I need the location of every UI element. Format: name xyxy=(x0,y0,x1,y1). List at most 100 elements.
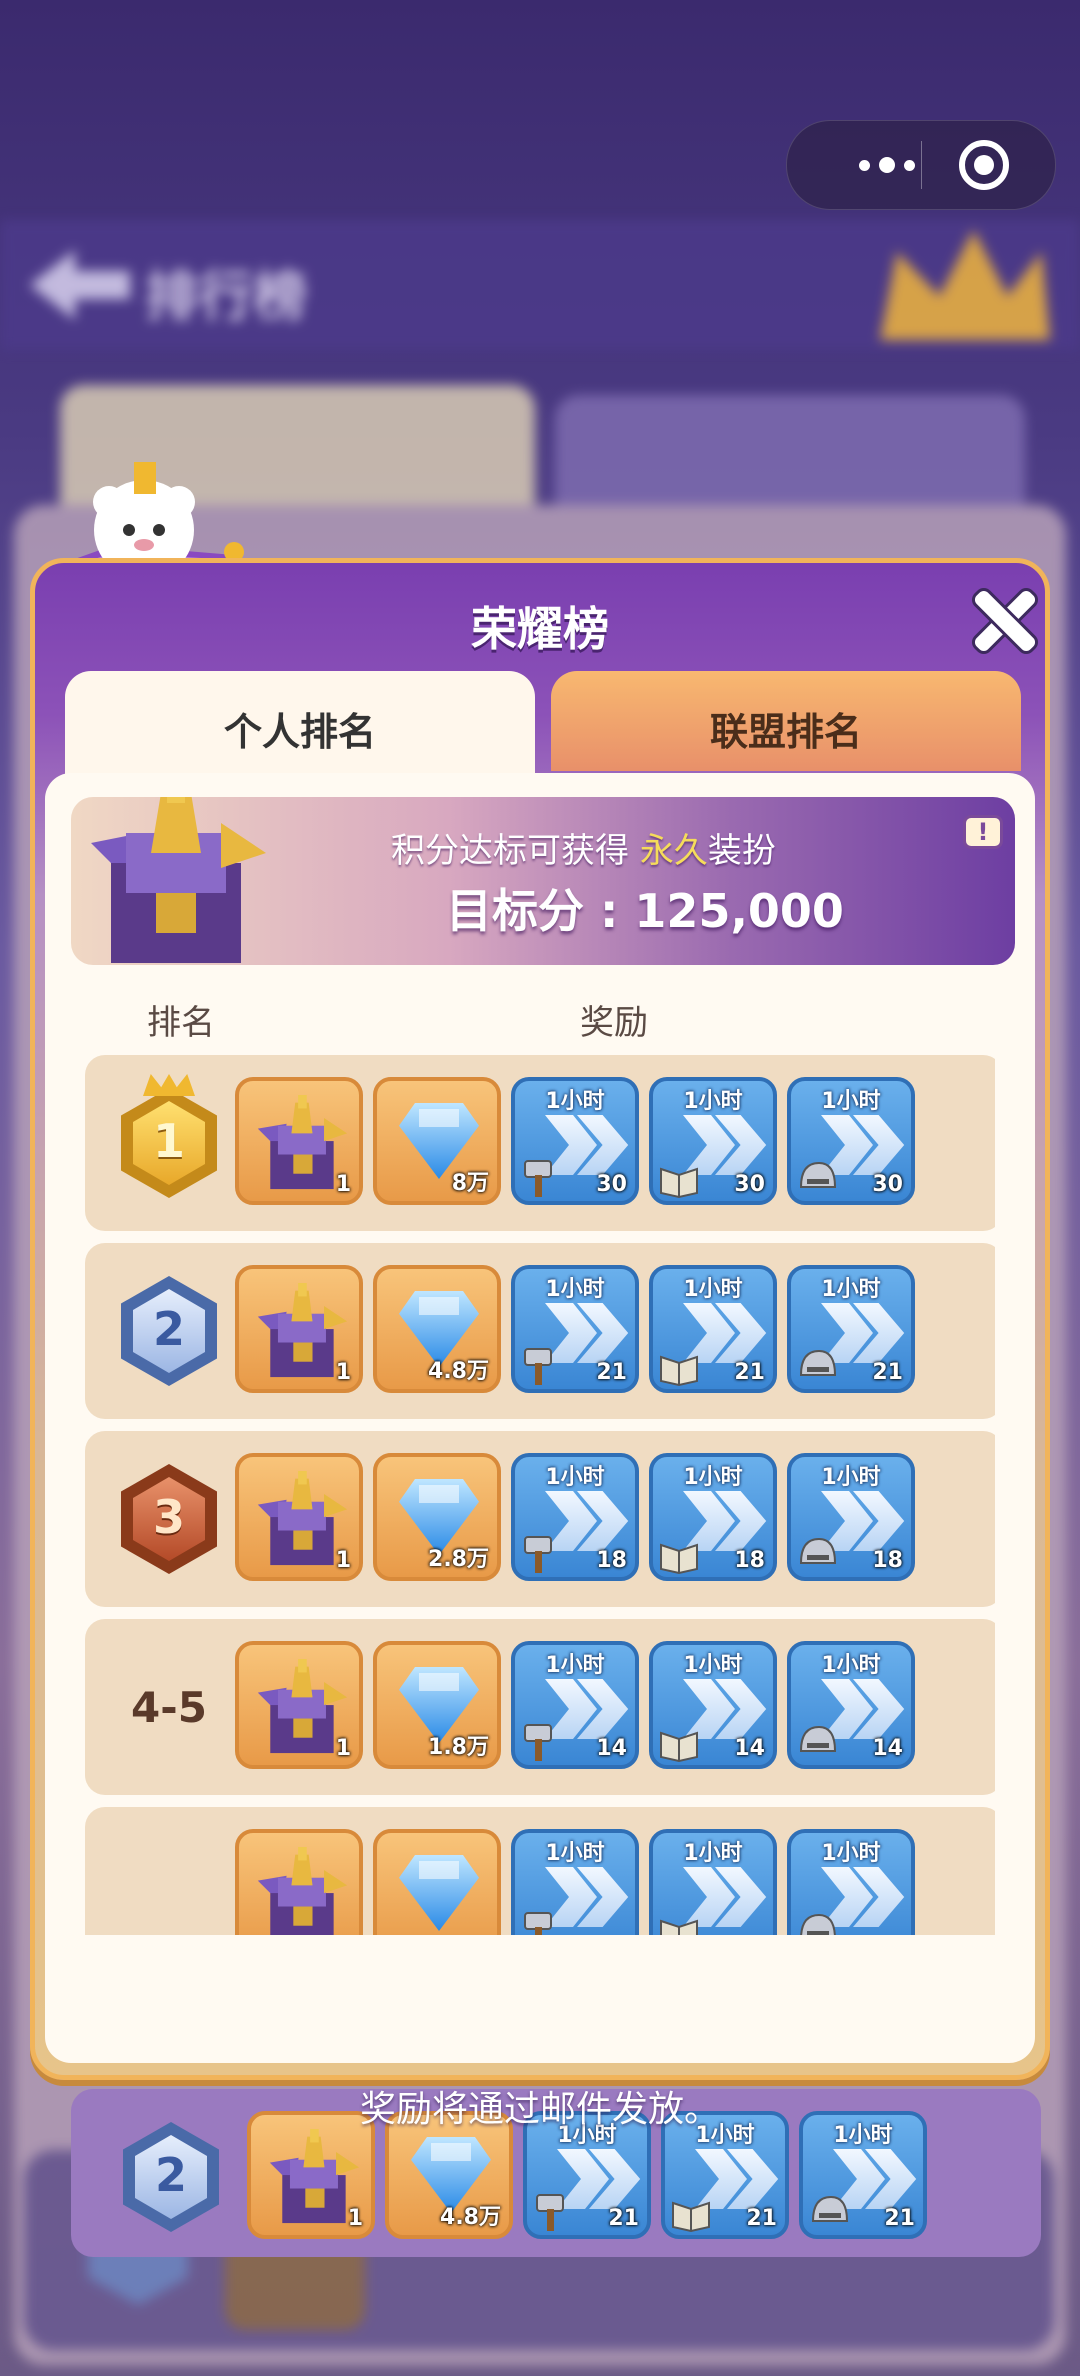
speedup-duration: 1小时 xyxy=(545,1653,605,1678)
hammer-icon xyxy=(524,1348,552,1385)
item-quantity: 30 xyxy=(596,1172,627,1197)
honor-board-dialog: 荣耀榜 个人排名 联盟排名 积分达标可获得 永久装扮 目标分 : 125,000… xyxy=(30,558,1050,2257)
book-icon xyxy=(660,1919,698,1935)
mail-delivery-note: 奖励将通过邮件发放。 xyxy=(359,2089,720,2130)
reward-items: 1小时 1小时 1小时 xyxy=(235,1829,915,1935)
miniprogram-capsule xyxy=(786,120,1056,210)
rank-number: 3 xyxy=(152,1490,185,1544)
item-quantity: 18 xyxy=(872,1548,903,1573)
tab-alliance-rank[interactable]: 联盟排名 xyxy=(551,671,1021,771)
rank-number: 2 xyxy=(154,2148,187,2202)
reward-speedup-helmet[interactable]: 1小时 30 xyxy=(787,1077,915,1205)
rank-cell: 2 xyxy=(109,1271,229,1391)
reward-gems[interactable]: 4.8万 xyxy=(373,1265,501,1393)
item-quantity: 1 xyxy=(335,1360,351,1385)
reward-castle-skin[interactable]: 1 xyxy=(235,1077,363,1205)
item-quantity: 18 xyxy=(596,1548,627,1573)
reward-gems[interactable]: 2.8万 xyxy=(373,1453,501,1581)
rank-badge-icon: 2 xyxy=(123,2122,219,2232)
item-quantity: 30 xyxy=(872,1172,903,1197)
speedup-duration: 1小时 xyxy=(545,1465,605,1490)
item-quantity: 21 xyxy=(608,2206,639,2231)
helmet-icon xyxy=(799,1725,837,1752)
reward-speedup-helmet[interactable]: 1小时 18 xyxy=(787,1453,915,1581)
reward-speedup-book[interactable]: 1小时 30 xyxy=(649,1077,777,1205)
reward-speedup-hammer[interactable]: 1小时 xyxy=(511,1829,639,1935)
speedup-duration: 1小时 xyxy=(683,1277,743,1302)
hammer-icon xyxy=(524,1160,552,1197)
reward-speedup-hammer[interactable]: 1小时 21 xyxy=(511,1265,639,1393)
rank-cell: 4-5 xyxy=(109,1647,229,1767)
reward-speedup-helmet[interactable]: 1小时 21 xyxy=(787,1265,915,1393)
reward-speedup-book[interactable]: 1小时 xyxy=(649,1829,777,1935)
reward-row: 1小时 1小时 1小时 xyxy=(85,1807,995,1935)
reward-gems[interactable]: 1.8万 xyxy=(373,1641,501,1769)
hammer-icon xyxy=(524,1724,552,1761)
speedup-duration: 1小时 xyxy=(683,1089,743,1114)
banner-description: 积分达标可获得 永久装扮 xyxy=(391,823,776,872)
rank-cell xyxy=(109,1835,229,1935)
reward-list[interactable]: 1 1 8万 1小时 30 1小时 30 1小时 30 2 1 4.8万 1小时 21 1小时 21 1小时 21… xyxy=(75,1055,995,1935)
speedup-duration: 1小时 xyxy=(545,1089,605,1114)
reward-speedup-hammer[interactable]: 1小时 18 xyxy=(511,1453,639,1581)
item-quantity: 21 xyxy=(596,1360,627,1385)
background-title: 排行榜 xyxy=(145,265,307,328)
rank-content-panel: 积分达标可获得 永久装扮 目标分 : 125,000 ! 排名 奖励 1 1 8万 1… xyxy=(45,773,1041,2257)
book-icon xyxy=(660,1355,698,1387)
reward-items: 1 4.8万 1小时 21 1小时 21 1小时 21 xyxy=(235,1265,915,1393)
rank-badge-icon: 3 xyxy=(121,1464,217,1574)
tab-personal-rank[interactable]: 个人排名 xyxy=(65,671,535,789)
reward-castle-skin[interactable] xyxy=(235,1829,363,1935)
reward-speedup-helmet[interactable]: 1小时 xyxy=(787,1829,915,1935)
item-quantity: 18 xyxy=(734,1548,765,1573)
reward-items: 1 8万 1小时 30 1小时 30 1小时 30 xyxy=(235,1077,915,1205)
item-quantity: 1 xyxy=(335,1548,351,1573)
rank-badge-icon: 2 xyxy=(121,1276,217,1386)
reward-gems[interactable]: 8万 xyxy=(373,1077,501,1205)
reward-row: 3 1 2.8万 1小时 18 1小时 18 1小时 18 xyxy=(85,1431,995,1607)
helmet-icon xyxy=(799,1161,837,1188)
castle-skin-icon xyxy=(269,2129,360,2224)
speedup-duration: 1小时 xyxy=(821,1841,881,1866)
more-menu-icon[interactable] xyxy=(827,121,947,209)
rank-number: 4-5 xyxy=(131,1682,207,1732)
helmet-icon xyxy=(799,1349,837,1376)
reward-speedup-helmet[interactable]: 1小时 14 xyxy=(787,1641,915,1769)
item-quantity: 2.8万 xyxy=(428,1547,489,1572)
reward-items: 1 2.8万 1小时 18 1小时 18 1小时 18 xyxy=(235,1453,915,1581)
reward-speedup-book[interactable]: 1小时 18 xyxy=(649,1453,777,1581)
rank-number: 1 xyxy=(152,1114,185,1168)
book-icon xyxy=(672,2201,710,2233)
item-quantity: 30 xyxy=(734,1172,765,1197)
speedup-duration: 1小时 xyxy=(545,1277,605,1302)
close-icon[interactable] xyxy=(971,587,1037,653)
speedup-duration: 1小时 xyxy=(821,1277,881,1302)
diamond-icon xyxy=(399,1855,479,1931)
banner-highlight: 永久 xyxy=(639,831,708,871)
castle-skin-icon xyxy=(257,1847,348,1935)
reward-castle-skin[interactable]: 1 xyxy=(235,1453,363,1581)
close-miniprogram-icon[interactable] xyxy=(959,140,1009,190)
item-quantity: 21 xyxy=(746,2206,777,2231)
reward-castle-skin[interactable]: 1 xyxy=(235,1641,363,1769)
speedup-duration: 1小时 xyxy=(821,1653,881,1678)
hammer-icon xyxy=(524,1536,552,1573)
item-quantity: 8万 xyxy=(451,1171,489,1196)
reward-speedup-book[interactable]: 1小时 14 xyxy=(649,1641,777,1769)
rank-cell: 2 xyxy=(111,2117,231,2237)
helmet-icon xyxy=(811,2195,849,2222)
reward-row: 4-5 1 1.8万 1小时 14 1小时 14 1小时 14 xyxy=(85,1619,995,1795)
reward-castle-skin[interactable]: 1 xyxy=(235,1265,363,1393)
item-quantity: 21 xyxy=(884,2206,915,2231)
reward-gems[interactable] xyxy=(373,1829,501,1935)
info-icon[interactable]: ! xyxy=(963,815,1003,849)
speedup-duration: 1小时 xyxy=(683,1465,743,1490)
reward-speedup-hammer[interactable]: 1小时 30 xyxy=(511,1077,639,1205)
speedup-duration: 1小时 xyxy=(545,1841,605,1866)
castle-skin-icon xyxy=(257,1095,348,1190)
banner-prefix: 积分达标可获得 xyxy=(391,831,629,871)
item-quantity: 4.8万 xyxy=(428,1359,489,1384)
reward-speedup-hammer[interactable]: 1小时 14 xyxy=(511,1641,639,1769)
speedup-duration: 1小时 xyxy=(683,1841,743,1866)
reward-speedup-book[interactable]: 1小时 21 xyxy=(649,1265,777,1393)
